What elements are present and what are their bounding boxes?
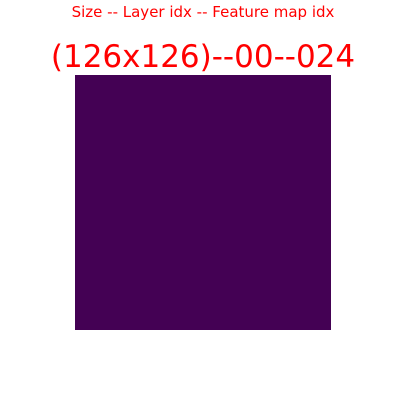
feature-map-viewer: Size -- Layer idx -- Feature map idx (12… [0,0,406,406]
caption-legend: Size -- Layer idx -- Feature map idx [71,3,335,21]
feature-map-image [75,75,331,330]
feature-map-identifier: (126x126)--00--024 [50,39,356,75]
